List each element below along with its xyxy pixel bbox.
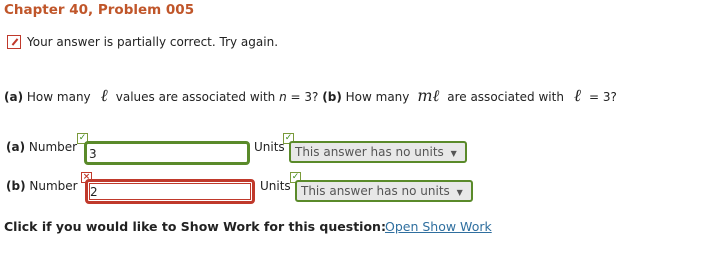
chevron-down-icon: ▼ (456, 188, 463, 197)
part-b-number-input[interactable]: 2 (85, 179, 255, 204)
part-a-row-label: (a) Number (6, 140, 77, 154)
open-show-work-link[interactable]: Open Show Work (385, 219, 492, 234)
status-message: Your answer is partially correct. Try ag… (7, 35, 278, 49)
part-a-number-label: Number (28, 140, 78, 154)
question-a-text-2: values are associated with (115, 90, 276, 104)
question-b-text-2: are associated with (447, 90, 564, 104)
part-b-number-label: Number (29, 179, 78, 193)
partially-correct-icon (7, 35, 21, 49)
question-b-text-1: How many (345, 90, 410, 104)
chevron-down-icon: ▼ (450, 149, 457, 158)
part-b-units-label: Units (260, 179, 291, 193)
ell-symbol: ℓ (100, 86, 108, 106)
part-b-value: 2 (90, 185, 98, 199)
part-b-units-value: This answer has no units (301, 184, 450, 198)
part-b-row-label: (b) Number (6, 179, 78, 193)
part-a-units-select[interactable]: This answer has no units ▼ (289, 141, 467, 163)
ell-symbol-2: ℓ (573, 86, 582, 106)
part-b-input-inner-border (89, 183, 251, 200)
question-text: (a) How many ℓ values are associated wit… (4, 86, 617, 106)
question-part-b-label: (b) (322, 90, 342, 104)
n-variable: n (279, 90, 287, 104)
part-b-label: (b) (6, 179, 26, 193)
question-b-text-3: = 3? (589, 90, 617, 104)
part-b-units-select[interactable]: This answer has no units ▼ (295, 180, 473, 202)
show-work-prompt: Click if you would like to Show Work for… (4, 219, 386, 234)
question-a-text-1: How many (26, 90, 91, 104)
part-a-label: (a) (6, 140, 26, 154)
part-a-number-input[interactable]: 3 (84, 141, 250, 165)
page-title: Chapter 40, Problem 005 (4, 2, 195, 18)
part-a-units-label: Units (254, 140, 285, 154)
question-part-a-label: (a) (4, 90, 24, 104)
question-a-text-3: = 3? (290, 90, 319, 104)
ml-symbol: mℓ (417, 86, 440, 105)
status-text: Your answer is partially correct. Try ag… (27, 35, 279, 49)
part-a-units-value: This answer has no units (295, 145, 444, 159)
